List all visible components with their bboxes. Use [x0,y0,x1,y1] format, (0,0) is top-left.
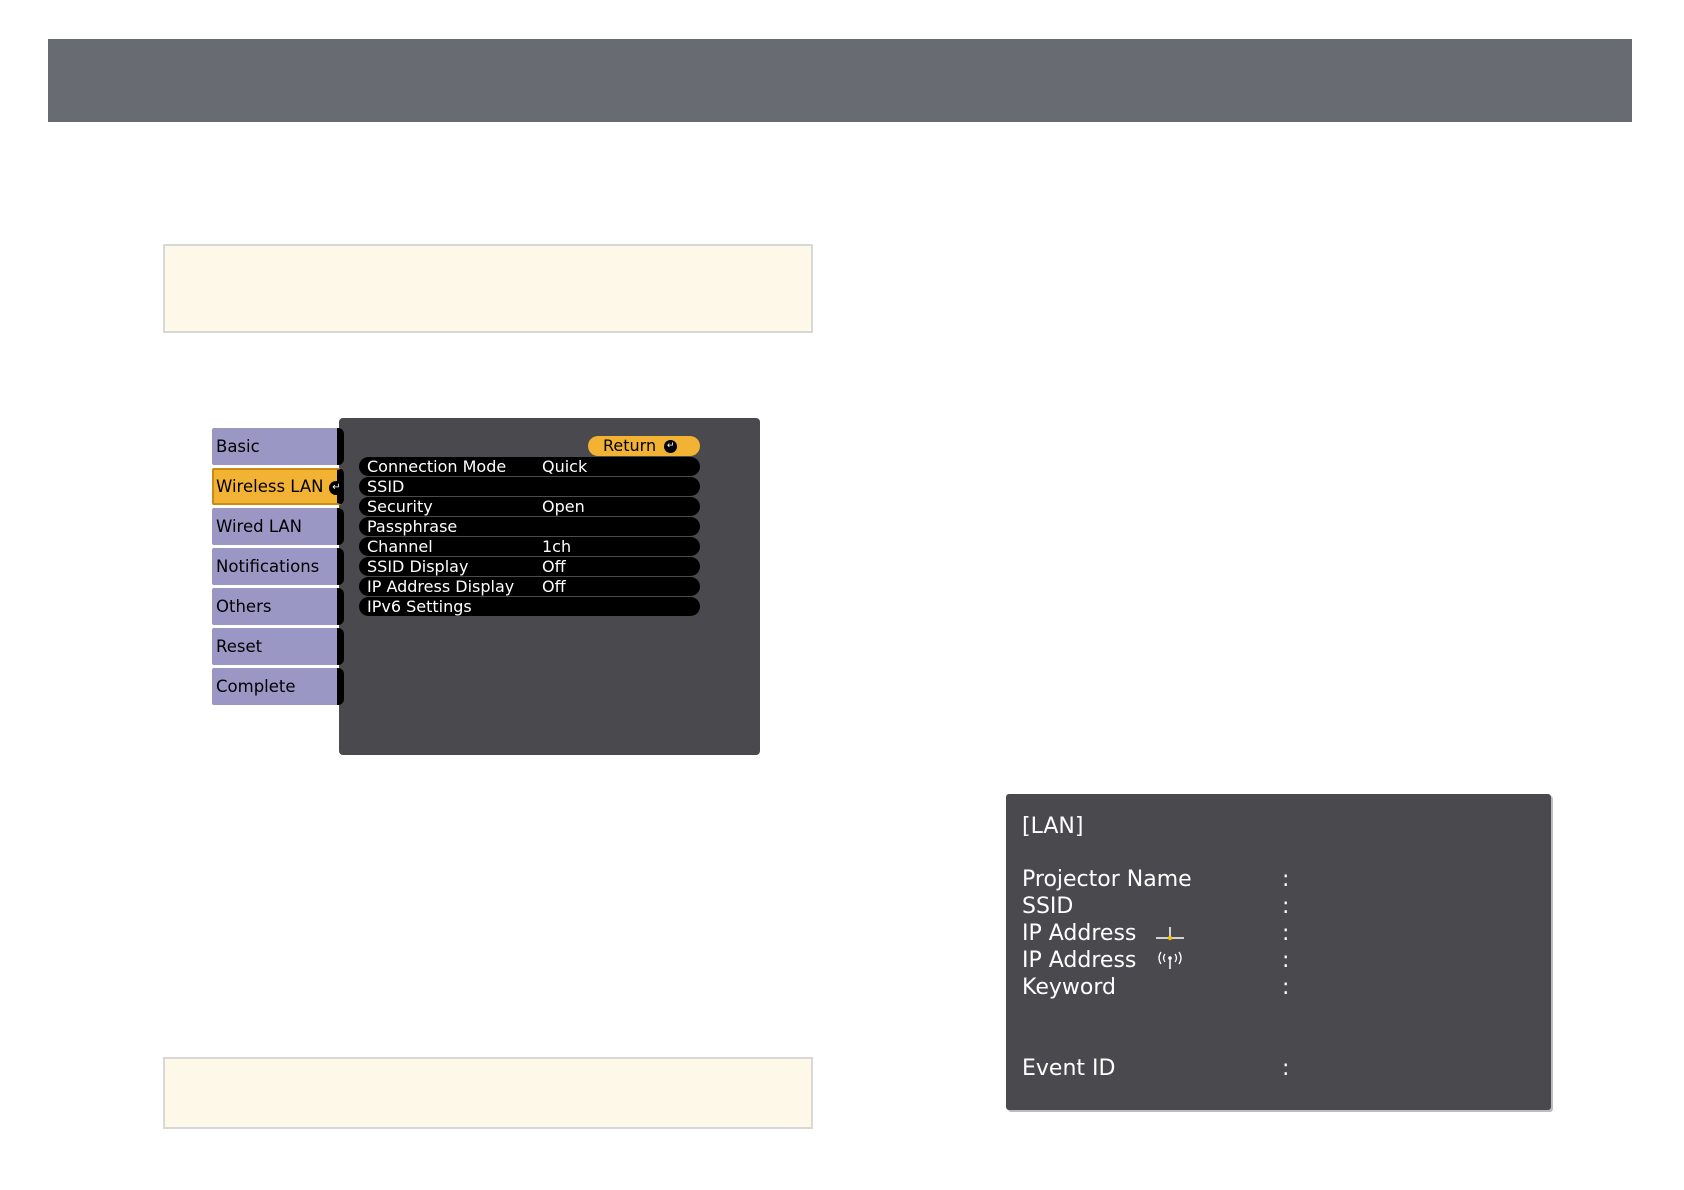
menu-row-passphrase[interactable]: Passphrase [359,517,700,536]
row-label: IP Address Display [367,577,515,596]
tab-notifications[interactable]: Notifications [212,548,344,585]
menu-row-ip-address-display[interactable]: IP Address Display Off [359,577,700,596]
wireless-signal-icon [1158,951,1182,969]
lan-row-colon: : [1282,894,1290,919]
tab-wireless-lan[interactable]: Wireless LAN ↵ [212,468,344,505]
lan-row-label: Keyword [1022,975,1116,1000]
lan-row-keyword: Keyword : [1022,974,1542,1002]
lan-row-label: SSID [1022,894,1074,919]
row-value: Off [542,577,566,596]
lan-row-label: Projector Name [1022,867,1192,892]
row-label: SSID Display [367,557,469,576]
lan-row-ssid: SSID : [1022,893,1542,921]
tab-basic[interactable]: Basic [212,428,344,465]
row-label: Security [367,497,433,516]
note-box [163,244,813,333]
return-button[interactable]: Return ↵ [588,436,700,456]
tab-label: Basic [216,437,260,456]
lan-row-label: IP Address [1022,948,1137,973]
header-bar [48,39,1632,122]
lan-row-colon: : [1282,867,1290,892]
lan-row-ip-address-wired: IP Address : [1022,920,1542,948]
row-value: Quick [542,457,588,476]
menu-row-ipv6-settings[interactable]: IPv6 Settings [359,597,700,616]
row-label: Channel [367,537,433,556]
menu-row-security[interactable]: Security Open [359,497,700,516]
row-value: 1ch [542,537,572,556]
lan-info-panel: [LAN] Projector Name : SSID : IP Address… [1006,794,1551,1110]
wired-network-icon [1156,927,1184,941]
lan-row-label: Event ID [1022,1056,1116,1081]
tab-label: Wired LAN [216,517,303,536]
tab-complete[interactable]: Complete [212,668,344,705]
tab-label: Complete [216,677,296,696]
lan-row-event-id: Event ID : [1022,1055,1542,1083]
lan-row-label: IP Address [1022,921,1137,946]
enter-icon: ↵ [329,480,344,495]
tab-wired-lan[interactable]: Wired LAN [212,508,344,545]
menu-row-channel[interactable]: Channel 1ch [359,537,700,556]
menu-row-ssid[interactable]: SSID [359,477,700,496]
lan-row-projector-name: Projector Name : [1022,866,1542,894]
lan-row-colon: : [1282,1056,1290,1081]
row-label: Connection Mode [367,457,507,476]
enter-icon: ↵ [664,440,678,453]
tab-others[interactable]: Others [212,588,344,625]
menu-row-ssid-display[interactable]: SSID Display Off [359,557,700,576]
lan-row-colon: : [1282,975,1290,1000]
row-label: Passphrase [367,517,458,536]
tab-label: Notifications [216,557,320,576]
note-box [163,1057,813,1129]
menu-row-connection-mode[interactable]: Connection Mode Quick [359,457,700,476]
tab-label: Reset [216,637,263,656]
lan-row-colon: : [1282,921,1290,946]
tab-label: Wireless LAN [216,477,324,496]
lan-row-ip-address-wireless: IP Address : [1022,947,1542,975]
lan-title: [LAN] [1022,814,1084,839]
row-label: IPv6 Settings [367,597,472,616]
lan-row-colon: : [1282,948,1290,973]
row-value: Open [542,497,585,516]
tab-label: Others [216,597,272,616]
row-label: SSID [367,477,405,496]
tab-reset[interactable]: Reset [212,628,344,665]
return-label: Return [603,436,657,455]
row-value: Off [542,557,566,576]
